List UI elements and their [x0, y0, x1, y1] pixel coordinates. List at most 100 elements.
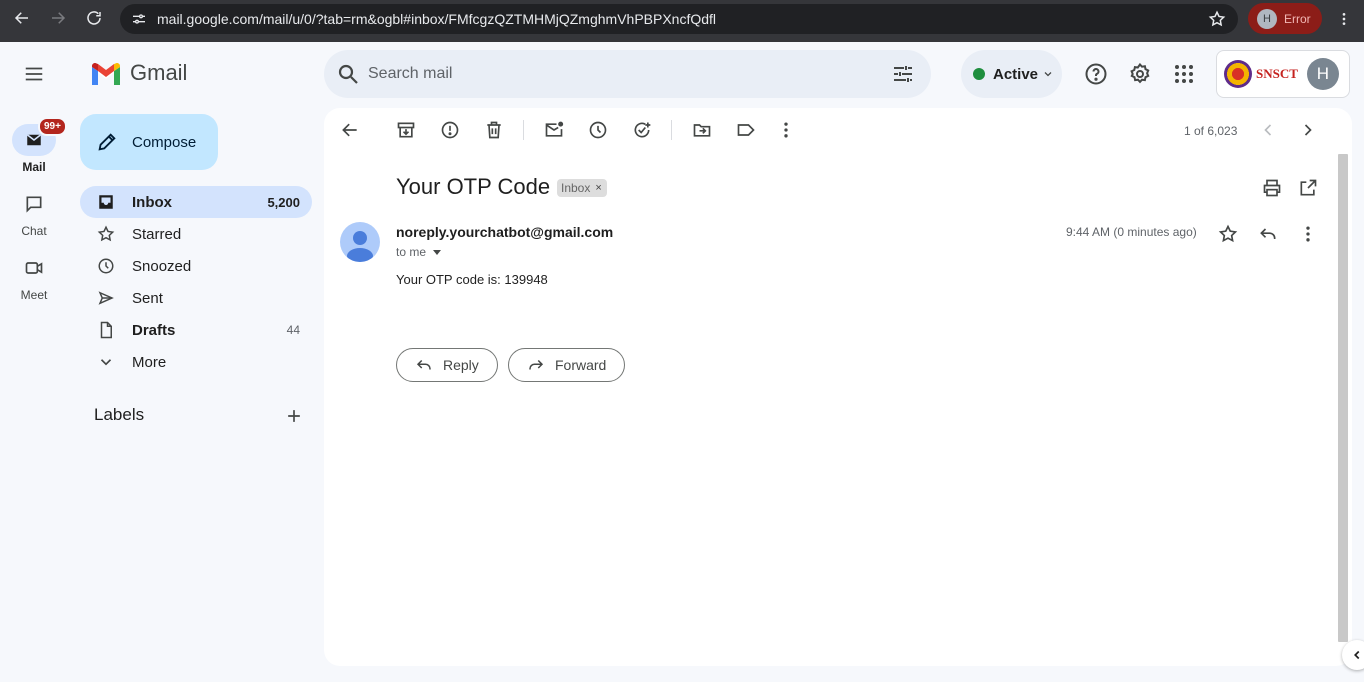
snooze-clock-icon[interactable] — [588, 120, 608, 140]
status-selector[interactable]: Active — [961, 50, 1062, 98]
sidebar-item-label: Sent — [132, 289, 163, 307]
back-arrow-icon[interactable] — [4, 0, 40, 36]
main-menu-icon[interactable] — [18, 60, 50, 88]
gmail-m-icon — [92, 62, 120, 85]
star-icon[interactable] — [1218, 224, 1238, 244]
profile-status: Error — [1284, 11, 1311, 26]
status-dot — [973, 68, 985, 80]
remove-label-icon[interactable]: × — [595, 182, 601, 194]
browser-toolbar: mail.google.com/mail/u/0/?tab=rm&ogbl#in… — [0, 0, 1364, 42]
message-view: 1 of 6,023 Your OTP Code Inbox × noreply… — [324, 108, 1352, 666]
email-subject: Your OTP Code — [396, 174, 551, 199]
reply-icon — [416, 359, 431, 370]
rail-label: Meet — [20, 288, 48, 302]
settings-gear-icon[interactable] — [1128, 62, 1152, 86]
message-timestamp: 9:44 AM (0 minutes ago) — [1066, 225, 1197, 239]
message-body: Your OTP code is: 139948 — [396, 272, 548, 287]
rail-label: Chat — [21, 224, 47, 238]
apps-grid-icon[interactable] — [1172, 62, 1196, 86]
search-input[interactable]: Search mail — [368, 65, 452, 83]
delete-icon[interactable] — [484, 120, 504, 140]
search-icon[interactable] — [336, 62, 360, 86]
forward-button[interactable]: Forward — [508, 348, 626, 382]
org-logo — [1224, 60, 1252, 88]
add-task-icon[interactable] — [632, 120, 652, 140]
sidebar-item-label: Starred — [132, 225, 182, 243]
unread-count: 5,200 — [267, 194, 300, 210]
scrollbar[interactable] — [1338, 154, 1348, 642]
org-name: SNSCT — [1256, 66, 1298, 81]
rail-chat[interactable]: Chat — [6, 188, 62, 238]
compose-button[interactable]: Compose — [80, 114, 218, 170]
browser-profile-chip[interactable]: H Error — [1248, 3, 1322, 34]
send-icon — [96, 288, 116, 308]
app-name: Gmail — [130, 60, 188, 85]
report-spam-icon[interactable] — [440, 120, 460, 140]
open-new-window-icon[interactable] — [1298, 178, 1318, 198]
move-to-icon[interactable] — [692, 120, 712, 140]
site-settings-icon[interactable] — [124, 4, 154, 34]
help-icon[interactable] — [1084, 62, 1108, 86]
forward-icon — [529, 359, 544, 370]
label-tag-icon[interactable] — [736, 120, 756, 140]
caret-down-icon — [433, 250, 442, 255]
chat-icon — [12, 188, 56, 220]
clock-icon — [96, 256, 116, 276]
pencil-icon — [98, 133, 116, 151]
sidebar-item-drafts[interactable]: Drafts 44 — [80, 314, 312, 346]
sidebar-item-label: More — [132, 353, 167, 371]
forward-label: Forward — [555, 357, 607, 373]
sidebar-item-sent[interactable]: Sent — [80, 282, 312, 314]
account-switcher[interactable]: SNSCT H — [1216, 50, 1350, 98]
gmail-logo[interactable]: Gmail — [90, 60, 187, 86]
rail-mail[interactable]: 99+ Mail — [6, 117, 67, 174]
toolbar-divider — [523, 120, 524, 140]
newer-chevron-left-icon[interactable] — [1258, 120, 1278, 140]
recipient-text: to me — [396, 245, 427, 259]
browser-menu-icon[interactable] — [1334, 9, 1354, 29]
search-bar[interactable]: Search mail — [324, 50, 931, 98]
more-vertical-icon[interactable] — [1298, 224, 1318, 244]
sidebar-item-more[interactable]: More — [80, 346, 312, 378]
avatar[interactable]: H — [1306, 58, 1339, 90]
back-to-inbox-icon[interactable] — [340, 120, 360, 140]
sidebar-item-starred[interactable]: Starred — [80, 218, 312, 250]
labels-heading: Labels — [94, 405, 145, 424]
draft-count: 44 — [286, 323, 300, 337]
sidebar-item-inbox[interactable]: Inbox 5,200 — [80, 186, 312, 218]
compose-label: Compose — [132, 133, 197, 151]
unread-badge: 99+ — [38, 117, 67, 136]
reply-button[interactable]: Reply — [396, 348, 498, 382]
status-label: Active — [993, 65, 1039, 83]
chevron-left-icon — [1354, 650, 1360, 660]
address-bar[interactable]: mail.google.com/mail/u/0/?tab=rm&ogbl#in… — [120, 4, 1238, 34]
print-icon[interactable] — [1262, 178, 1282, 198]
url-text[interactable]: mail.google.com/mail/u/0/?tab=rm&ogbl#in… — [157, 11, 716, 27]
label-chip-text: Inbox — [561, 181, 591, 195]
sidebar-item-snoozed[interactable]: Snoozed — [80, 250, 312, 282]
older-chevron-right-icon[interactable] — [1298, 120, 1318, 140]
mail-icon: 99+ — [12, 117, 67, 156]
recipient-details[interactable]: to me — [396, 245, 442, 259]
sender-email[interactable]: noreply.yourchatbot@gmail.com — [396, 224, 613, 240]
side-panel-toggle[interactable] — [1342, 640, 1364, 670]
inbox-icon — [96, 192, 116, 212]
search-options-icon[interactable] — [891, 62, 915, 86]
video-camera-icon — [12, 252, 56, 284]
inbox-label-chip: Inbox × — [557, 179, 607, 197]
add-label-icon[interactable] — [284, 406, 304, 426]
more-vertical-icon[interactable] — [776, 120, 796, 140]
bookmark-star-icon[interactable] — [1208, 10, 1226, 28]
reply-icon[interactable] — [1258, 224, 1278, 244]
rail-meet[interactable]: Meet — [6, 252, 62, 302]
star-icon — [96, 224, 116, 244]
rail-label: Mail — [22, 160, 46, 174]
forward-arrow-icon[interactable] — [40, 0, 76, 36]
sidebar-item-label: Drafts — [132, 321, 176, 339]
archive-icon[interactable] — [396, 120, 416, 140]
chevron-down-icon — [96, 352, 116, 372]
reply-label: Reply — [443, 357, 479, 373]
mark-unread-icon[interactable] — [544, 120, 564, 140]
avatar: H — [1257, 8, 1277, 29]
reload-icon[interactable] — [76, 0, 112, 36]
